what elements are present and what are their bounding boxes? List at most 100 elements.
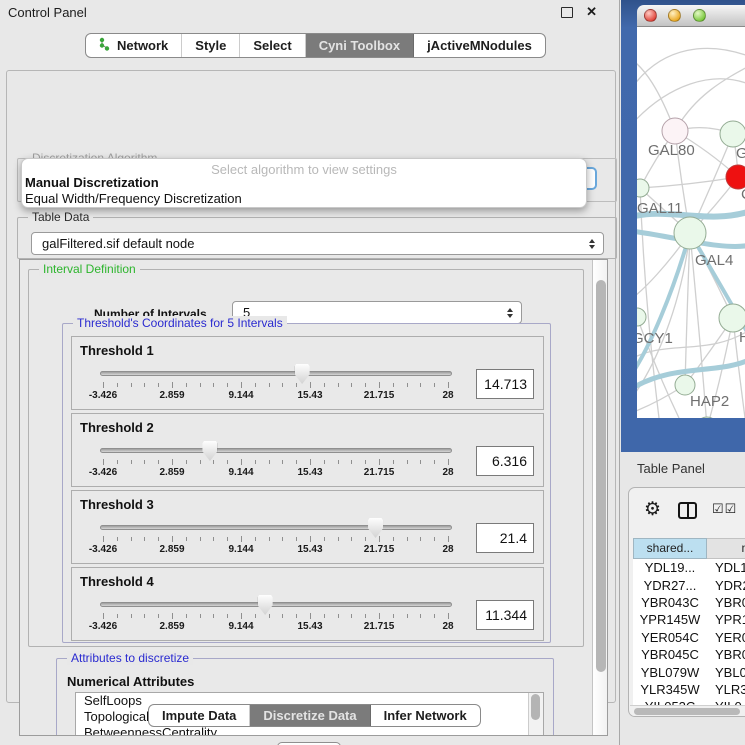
slider-track[interactable] [100, 448, 452, 453]
tick-mark [282, 537, 283, 541]
tick-mark [296, 383, 297, 387]
tick-mark [448, 459, 449, 465]
bottom-tab-discretize-data[interactable]: Discretize Data [250, 705, 370, 726]
tick-mark [227, 614, 228, 618]
tick-mark [324, 383, 325, 387]
slider-thumb-3[interactable] [368, 518, 383, 538]
tick-mark [144, 460, 145, 464]
cell-name: YBR0 [707, 595, 745, 610]
threshold-value-field-2[interactable]: 6.316 [476, 446, 534, 476]
tick-mark [158, 537, 159, 541]
table-panel-titlebar: Table Panel [620, 452, 745, 485]
network-edge[interactable] [637, 48, 745, 89]
split-columns-icon[interactable] [678, 502, 697, 519]
column-header-shared-name[interactable]: shared... [633, 538, 707, 559]
threshold-box-4: Threshold 4-3.4262.8599.14415.4321.71528… [71, 567, 544, 641]
tab-jactivemnodules[interactable]: jActiveMNodules [414, 34, 545, 57]
threshold-value-field-1[interactable]: 14.713 [476, 369, 534, 399]
close-icon[interactable]: ✕ [586, 4, 597, 20]
tick-mark [420, 614, 421, 618]
bottom-tab-impute-data[interactable]: Impute Data [149, 705, 250, 726]
threshold-value-field-4[interactable]: 11.344 [476, 600, 534, 630]
tick-label: -3.426 [81, 467, 125, 478]
threshold-label-3: Threshold 3 [80, 497, 154, 512]
slider-track[interactable] [100, 602, 452, 607]
select-columns-checkboxes-icon[interactable]: ☑☑ [712, 501, 737, 517]
tick-mark [200, 614, 201, 618]
network-node-gcy1[interactable] [637, 308, 646, 326]
network-node[interactable] [696, 417, 718, 418]
slider-thumb-2[interactable] [202, 441, 217, 461]
tick-mark [144, 383, 145, 387]
bottom-tab-infer-network[interactable]: Infer Network [371, 705, 480, 726]
column-header-name[interactable]: name [707, 538, 745, 559]
tab-style[interactable]: Style [182, 34, 240, 57]
tick-label: -3.426 [81, 390, 125, 401]
attributes-to-discretize-label: Attributes to discretize [67, 651, 193, 665]
tick-mark [103, 613, 104, 619]
network-edge[interactable] [640, 177, 738, 188]
network-edge[interactable] [685, 233, 690, 385]
close-traffic-light-icon[interactable] [644, 9, 657, 22]
threshold-value-field-3[interactable]: 21.4 [476, 523, 534, 553]
tick-mark [172, 536, 173, 542]
algorithm-dropdown-popup: Select algorithm to view settings Manual… [21, 158, 587, 208]
table-horizontal-scrollbar[interactable] [630, 705, 745, 717]
cell-shared-name: YBR043C [633, 595, 707, 610]
threshold-slider-3[interactable]: -3.4262.8599.14415.4321.71528 [100, 517, 452, 563]
tick-mark [407, 460, 408, 464]
network-canvas[interactable]: GAL80GACGAL11GAL4GCY1HHAP2 [637, 27, 745, 418]
network-node-ga[interactable] [720, 121, 745, 147]
table-row[interactable]: YIL052CYIL0 [633, 698, 745, 705]
slider-thumb-1[interactable] [295, 364, 310, 384]
threshold-slider-4[interactable]: -3.4262.8599.14415.4321.71528 [100, 594, 452, 640]
tick-mark [282, 460, 283, 464]
network-node-gal4[interactable] [674, 217, 706, 249]
threshold-slider-1[interactable]: -3.4262.8599.14415.4321.71528 [100, 363, 452, 409]
threshold-slider-2[interactable]: -3.4262.8599.14415.4321.71528 [100, 440, 452, 486]
tick-mark [269, 614, 270, 618]
table-row[interactable]: YBL079WYBL0 [633, 663, 745, 680]
table-row[interactable]: YDL19...YDL1 [633, 559, 745, 576]
float-window-icon[interactable] [561, 7, 573, 18]
threshold-label-2: Threshold 2 [80, 420, 154, 435]
settings-vertical-scrollbar[interactable] [592, 260, 608, 736]
minimize-traffic-light-icon[interactable] [668, 9, 681, 22]
network-edge-highlighted[interactable] [637, 233, 690, 375]
table-hscrollbar-thumb[interactable] [634, 708, 740, 715]
network-node-h[interactable] [719, 304, 745, 332]
zoom-traffic-light-icon[interactable] [693, 9, 706, 22]
slider-track[interactable] [100, 525, 452, 530]
network-node-hap2[interactable] [675, 375, 695, 395]
slider-track[interactable] [100, 371, 452, 376]
gear-icon[interactable]: ⚙ [644, 498, 661, 521]
table-row[interactable]: YBR043CYBR0 [633, 594, 745, 611]
table-row[interactable]: YLR345WYLR3 [633, 681, 745, 698]
table-header: shared... name [633, 538, 745, 559]
table-panel-body: ⚙ ☑☑ shared... name YDL19...YDL1YDR27...… [620, 485, 745, 745]
table-row[interactable]: YBR045CYBR0 [633, 646, 745, 663]
network-node-label: GAL80 [648, 142, 695, 159]
dropdown-option-manual-discretization[interactable]: Manual Discretization [25, 175, 583, 191]
dropdown-option-equal-width-frequency-discretization[interactable]: Equal Width/Frequency Discretization [25, 191, 583, 207]
tick-mark [255, 383, 256, 387]
tick-label: 21.715 [357, 390, 401, 401]
table-data-combobox[interactable]: galFiltered.sif default node [31, 232, 604, 255]
attributes-list-scrollbar[interactable] [528, 693, 543, 736]
table-row[interactable]: YPR145WYPR1 [633, 611, 745, 628]
tab-cyni-toolbox[interactable]: Cyni Toolbox [306, 34, 414, 57]
tick-mark [131, 383, 132, 387]
settings-scrollbar-thumb[interactable] [596, 280, 606, 672]
tab-label: Select [253, 38, 291, 53]
tab-select[interactable]: Select [240, 34, 305, 57]
network-node-gal80[interactable] [662, 118, 688, 144]
tab-network[interactable]: Network [86, 34, 182, 57]
table-row[interactable]: YER054CYER0 [633, 629, 745, 646]
cell-name: YPR1 [707, 612, 745, 627]
attributes-list-scrollbar-thumb[interactable] [531, 694, 540, 720]
tick-mark [420, 537, 421, 541]
tick-mark [365, 460, 366, 464]
slider-thumb-4[interactable] [258, 595, 273, 615]
table-row[interactable]: YDR27...YDR2 [633, 576, 745, 593]
threshold-label-1: Threshold 1 [80, 343, 154, 358]
